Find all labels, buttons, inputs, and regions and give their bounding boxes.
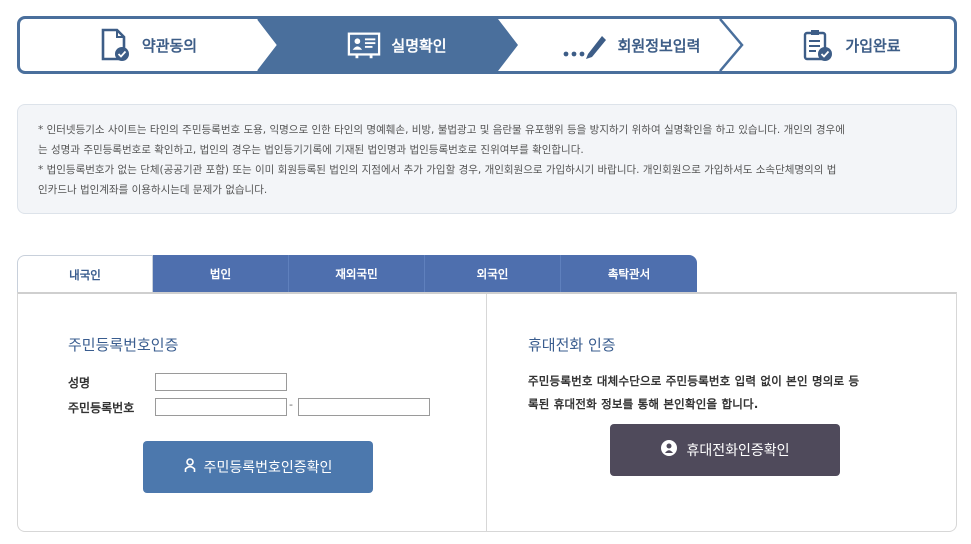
phone-auth-button-label: 휴대전화인증확인 [686, 443, 790, 459]
rrn-separator: - [289, 398, 293, 411]
rrn-second-input[interactable] [298, 398, 430, 416]
phone-desc-line: 록된 휴대전화 정보를 통해 본인확인을 합니다. [528, 397, 759, 411]
phone-auth-button[interactable]: 휴대전화인증확인 [610, 424, 840, 476]
notice-line: 는 성명과 주민등록번호로 확인하고, 법인의 경우는 법인등기기록에 기재된 … [38, 144, 584, 156]
name-input[interactable] [155, 373, 287, 391]
panel-divider [486, 294, 487, 532]
tab-foreigner[interactable]: 외국인 [425, 255, 561, 293]
notice-line: * 법인등록번호가 없는 단체(공공기관 포함) 또는 이미 회원등록된 법인의… [38, 164, 837, 176]
step-label: 회원정보입력 [617, 36, 701, 55]
phone-desc-line: 주민등록번호 대체수단으로 주민등록번호 입력 없이 본인 명의로 등 [528, 374, 860, 388]
notice-line: * 인터넷등기소 사이트는 타인의 주민등록번호 도용, 익명으로 인한 타인의… [38, 124, 845, 136]
id-card-icon [347, 28, 381, 62]
user-circle-icon [660, 439, 678, 461]
rrn-auth-title: 주민등록번호인증 [68, 336, 179, 354]
clipboard-check-icon [801, 28, 835, 62]
step-identity: 실명확인 [282, 19, 512, 71]
step-complete: 가입완료 [745, 19, 954, 71]
tab-overseas-korean[interactable]: 재외국민 [289, 255, 425, 293]
rrn-label: 주민등록번호 [68, 401, 135, 415]
document-check-icon [98, 28, 132, 62]
auth-panel: 주민등록번호인증 성명 주민등록번호 - 주민등록번호인증확인 휴대전화 인증 … [17, 292, 957, 532]
phone-auth-title: 휴대전화 인증 [528, 336, 616, 354]
phone-auth-description: 주민등록번호 대체수단으로 주민등록번호 입력 없이 본인 명의로 등 록된 휴… [528, 370, 928, 416]
pencil-icon [560, 28, 608, 62]
notice-box: * 인터넷등기소 사이트는 타인의 주민등록번호 도용, 익명으로 인한 타인의… [17, 104, 957, 214]
step-label: 가입완료 [845, 36, 901, 55]
rrn-auth-button-label: 주민등록번호인증확인 [203, 460, 333, 476]
signup-steps: 약관동의 실명확인 회원정보입력 가입완료 [17, 16, 957, 74]
tab-commissioned-office[interactable]: 촉탁관서 [561, 255, 697, 293]
step-member-info: 회원정보입력 [520, 19, 740, 71]
member-type-tabs: 내국인 법인 재외국민 외국인 촉탁관서 [17, 255, 697, 293]
user-icon [184, 457, 196, 477]
name-label: 성명 [68, 376, 91, 390]
tab-corporation[interactable]: 법인 [153, 255, 289, 293]
notice-line: 인카드나 법인계좌를 이용하시는데 문제가 없습니다. [38, 184, 268, 196]
tab-domestic[interactable]: 내국인 [17, 255, 153, 293]
rrn-first-input[interactable] [155, 398, 287, 416]
step-terms: 약관동의 [20, 19, 275, 71]
step-label: 실명확인 [391, 36, 447, 55]
rrn-auth-button[interactable]: 주민등록번호인증확인 [143, 441, 373, 493]
step-label: 약관동의 [141, 36, 198, 55]
